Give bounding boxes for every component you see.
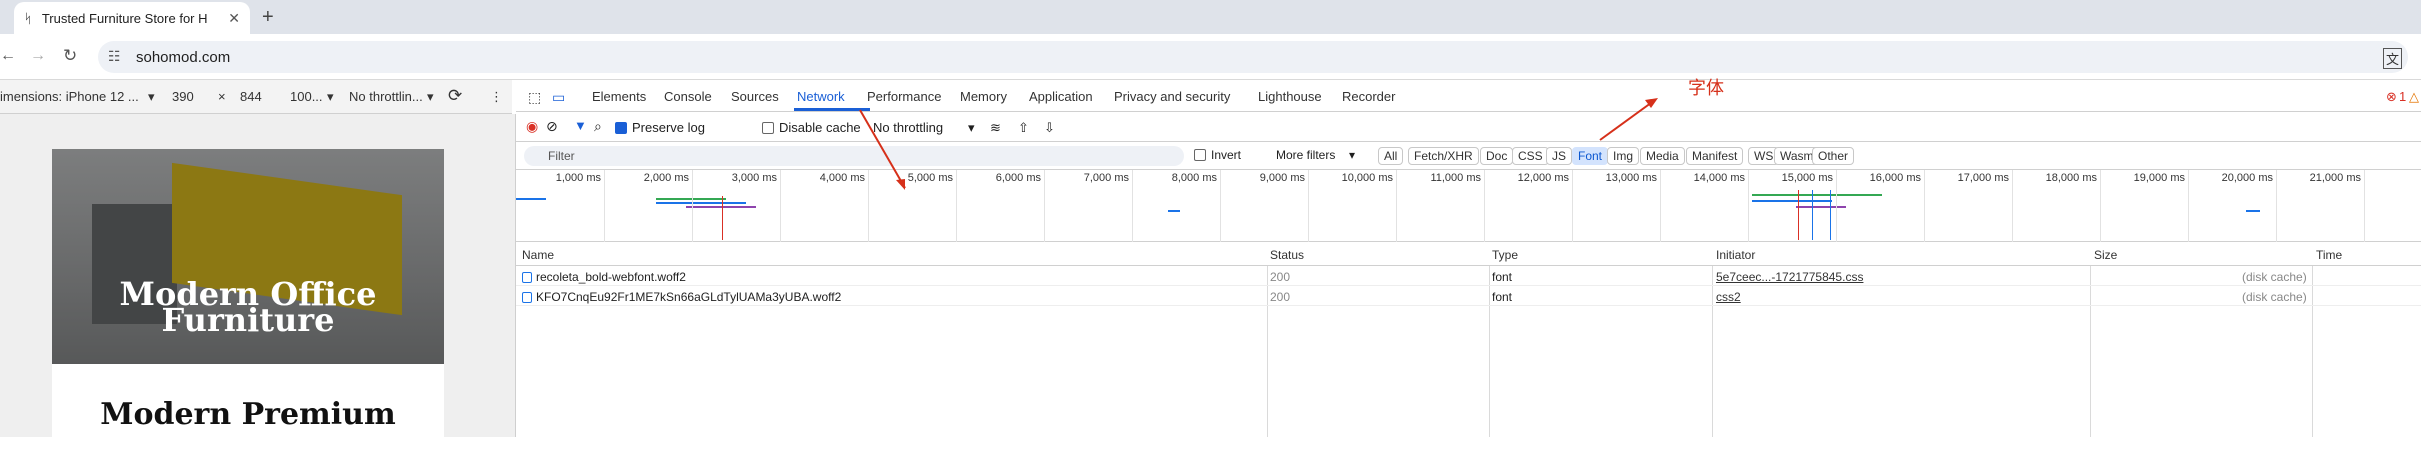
annotation-arrows bbox=[859, 98, 1658, 190]
annotation-arrowhead bbox=[896, 179, 905, 190]
annotation-arrow-up bbox=[1599, 99, 1656, 141]
annotation-arrow-down bbox=[859, 109, 906, 189]
annotation-label: 字体 bbox=[1688, 78, 1724, 99]
